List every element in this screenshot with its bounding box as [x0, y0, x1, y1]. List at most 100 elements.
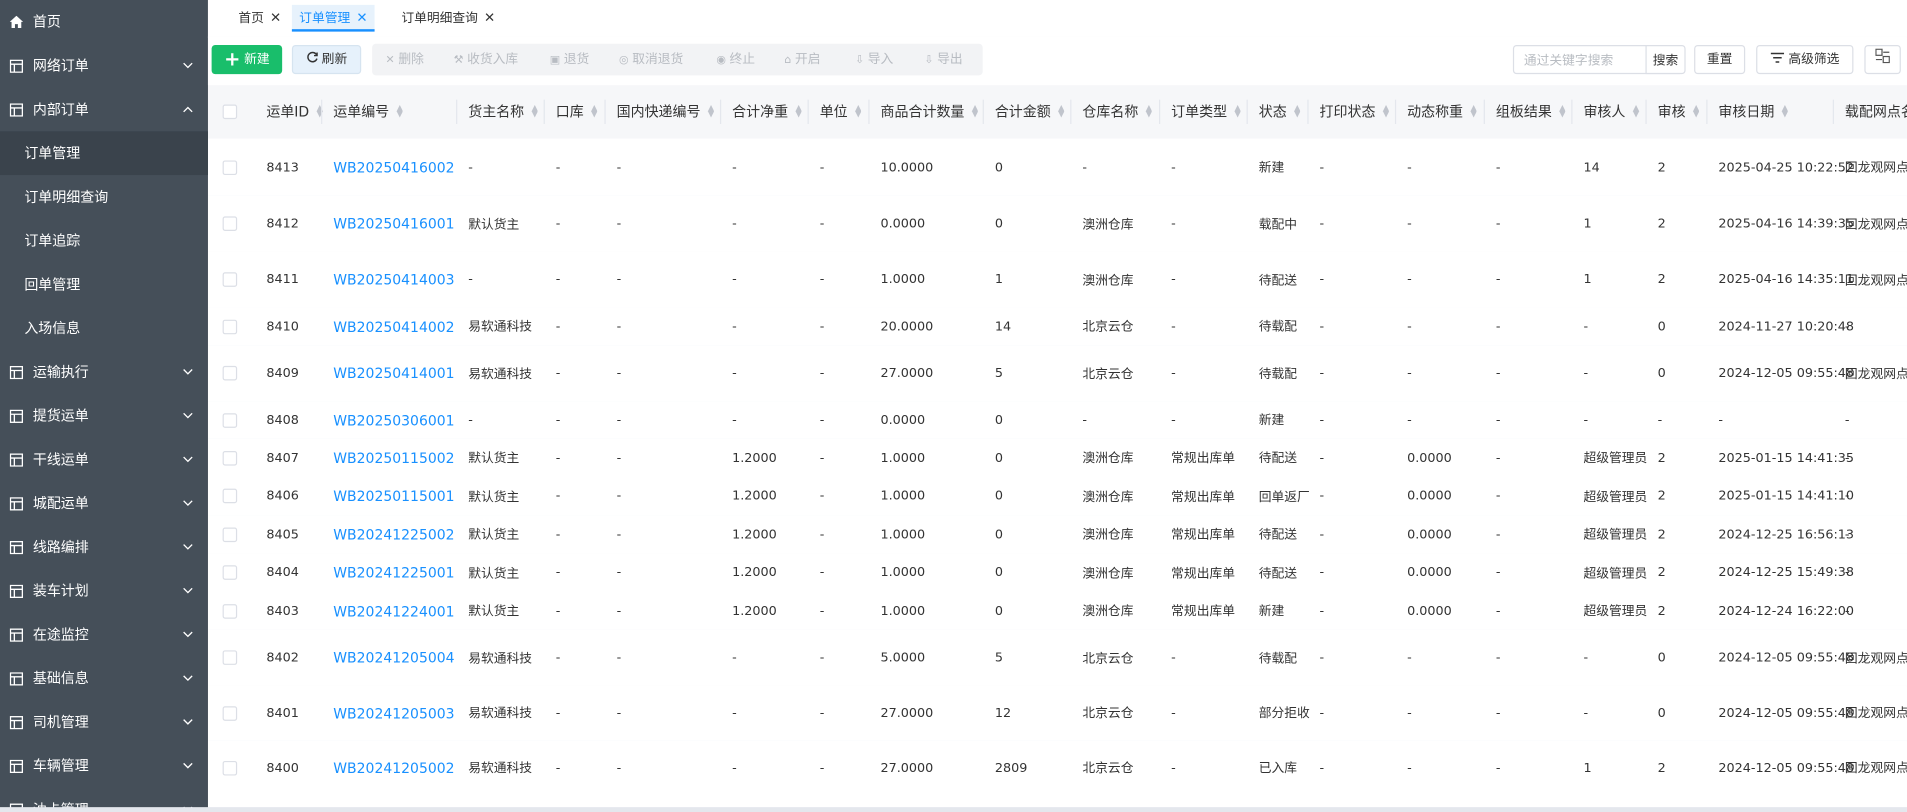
close-icon[interactable]: ✕ [356, 10, 367, 26]
row-checkbox[interactable] [222, 477, 240, 516]
cell-no[interactable]: WB20241225001 [333, 553, 454, 592]
column-divider[interactable] [1246, 99, 1248, 124]
tab-2[interactable]: 订单明细查询 ✕ [394, 5, 503, 32]
table-row[interactable]: 8404 WB20241225001 默认货主 - - 1.2000 - 1.0000 0 澳洲仓… [207, 553, 1907, 594]
sidebar-subitem[interactable]: 订单管理 [0, 131, 208, 176]
column-header-weight[interactable]: 合计净重 ▲ ▼ [732, 85, 802, 138]
column-settings-button[interactable] [1864, 44, 1901, 75]
column-header-owner[interactable]: 货主名称 ▲ ▼ [468, 85, 538, 138]
table-row[interactable]: 8413 WB20250416002- - - - -10.0000 0- - 新建 - - -14 2… [207, 138, 1907, 197]
sidebar-item-item7[interactable]: 线路编排 [0, 525, 208, 569]
sort-icon[interactable]: ▲ ▼ [972, 104, 979, 119]
sidebar-item-item9[interactable]: 在途监控 [0, 613, 208, 657]
sidebar-item-item4[interactable]: 提货运单 [0, 394, 208, 438]
row-checkbox[interactable] [222, 740, 240, 795]
sort-icon[interactable]: ▲ ▼ [708, 104, 715, 119]
sort-icon[interactable]: ▲ ▼ [1294, 104, 1301, 119]
sidebar-item-item8[interactable]: 装车计划 [0, 569, 208, 613]
column-header-express[interactable]: 国内快递编号 ▲ ▼ [617, 85, 715, 138]
cell-no[interactable]: WB20241205002 [333, 740, 454, 795]
column-header-kouku[interactable]: 口库 ▲ ▼ [556, 85, 598, 138]
cell-no[interactable]: WB20250115002 [333, 439, 454, 477]
sort-icon[interactable]: ▲ ▼ [531, 104, 538, 119]
action-button-3[interactable]: ◎ 取消退货 [619, 44, 683, 76]
cell-no[interactable]: WB20241205004 [333, 630, 454, 686]
order-no-link[interactable]: WB20241205002 [333, 759, 454, 776]
sidebar-item-item2[interactable]: 内部订单 [0, 88, 208, 132]
row-checkbox[interactable] [222, 252, 240, 308]
row-checkbox[interactable] [222, 553, 240, 592]
sidebar-item-item3[interactable]: 运输执行 [0, 350, 208, 394]
action-button-1[interactable]: ⚒ 收货入库 [454, 44, 519, 76]
column-header-site[interactable]: 载配网点名 [1845, 85, 1907, 138]
action-button-2[interactable]: ▣ 退货 [550, 44, 590, 76]
column-divider[interactable] [604, 99, 606, 124]
search-button[interactable]: 搜索 [1645, 44, 1686, 75]
column-divider[interactable] [1706, 99, 1708, 124]
action-button-5[interactable]: ⌂ 开启 [784, 44, 820, 76]
sort-icon[interactable]: ▲ ▼ [1559, 104, 1566, 119]
sidebar-subitem[interactable]: 入场信息 [0, 306, 208, 350]
table-row[interactable]: 8403 WB20241224001 默认货主 - - 1.2000 - 1.0000 0 澳洲仓… [207, 591, 1907, 631]
cell-no[interactable]: WB20250414001 [333, 345, 454, 401]
column-divider[interactable] [982, 99, 984, 124]
order-no-link[interactable]: WB20250414002 [333, 318, 454, 335]
order-no-link[interactable]: WB20250115001 [333, 487, 454, 504]
row-checkbox[interactable] [222, 345, 240, 401]
sort-icon[interactable]: ▲ ▼ [1470, 104, 1477, 119]
new-button[interactable]: + 新建 [211, 44, 283, 75]
column-divider[interactable] [321, 99, 323, 124]
action-button-7[interactable]: ⇩ 导出 [924, 44, 962, 76]
sort-icon[interactable]: ▲ ▼ [1633, 104, 1640, 119]
refresh-button[interactable]: 刷新 [291, 44, 362, 75]
order-no-link[interactable]: WB20250306001 [333, 411, 454, 428]
column-divider[interactable] [1832, 99, 1834, 124]
column-header-qty[interactable]: 商品合计数量 ▲ ▼ [880, 85, 978, 138]
column-divider[interactable] [1070, 99, 1072, 124]
tab-0[interactable]: 首页 ✕ [231, 5, 288, 32]
cell-no[interactable]: WB20250416002 [333, 139, 454, 196]
action-button-0[interactable]: ✕ 删除 [386, 44, 424, 76]
table-row[interactable]: 8407 WB20250115002 默认货主 - - 1.2000 - 1.0000 0 澳洲仓… [207, 438, 1907, 478]
cell-no[interactable]: WB20241205003 [333, 686, 454, 741]
table-row[interactable]: 8410 WB20250414002 易软通科技 - - - - 20.0000 14 北京云仓 -… [207, 307, 1907, 347]
table-row[interactable]: 8405 WB20241225002 默认货主 - - 1.2000 - 1.0000 0 澳洲仓… [207, 515, 1907, 555]
column-divider[interactable] [1483, 99, 1485, 124]
column-header-type[interactable]: 订单类型 ▲ ▼ [1171, 85, 1241, 138]
bottom-scrollbar[interactable] [0, 807, 1907, 812]
order-no-link[interactable]: WB20241205004 [333, 649, 454, 666]
column-divider[interactable] [1394, 99, 1397, 124]
cell-no[interactable]: WB20250416001 [333, 196, 454, 252]
sort-icon[interactable]: ▲ ▼ [855, 104, 862, 119]
column-header-warehouse[interactable]: 仓库名称 ▲ ▼ [1082, 85, 1152, 138]
order-no-link[interactable]: WB20241205003 [333, 704, 454, 721]
column-divider[interactable] [1571, 99, 1573, 124]
column-header-id[interactable]: 运单ID ▲ ▼ [266, 85, 323, 138]
sort-icon[interactable]: ▲ ▼ [591, 104, 598, 119]
column-header-no[interactable]: 运单编号 ▲ ▼ [333, 85, 403, 138]
sidebar-item-item1[interactable]: 网络订单 [0, 44, 208, 88]
table-row[interactable]: 8400 WB20241205002 易软通科技 - - - - 27.0000 2809 北京云… [207, 740, 1907, 797]
row-checkbox[interactable] [222, 196, 240, 252]
order-no-link[interactable]: WB20250414001 [333, 365, 454, 382]
column-header-date[interactable]: 审核日期 ▲ ▼ [1718, 85, 1788, 138]
row-checkbox[interactable] [222, 139, 240, 196]
row-checkbox[interactable] [222, 686, 240, 741]
table-row[interactable]: 8406 WB20250115001 默认货主 - - 1.2000 - 1.0000 0 澳洲仓… [207, 476, 1907, 517]
sidebar-item-item6[interactable]: 城配运单 [0, 481, 208, 525]
sidebar-subitem[interactable]: 订单追踪 [0, 219, 208, 263]
order-no-link[interactable]: WB20241224001 [333, 602, 454, 619]
reset-button[interactable]: 重置 [1694, 44, 1746, 75]
row-checkbox[interactable] [222, 630, 240, 686]
cell-no[interactable]: WB20241225002 [333, 515, 454, 553]
sidebar-item-item11[interactable]: 司机管理 [0, 700, 208, 744]
sidebar-subitem[interactable]: 订单明细查询 [0, 175, 208, 219]
column-divider[interactable] [1645, 99, 1647, 124]
sort-icon[interactable]: ▲ ▼ [1693, 104, 1700, 119]
tab-1[interactable]: 订单管理 ✕ [291, 4, 375, 32]
column-divider[interactable] [543, 99, 545, 124]
sidebar-item-item12[interactable]: 车辆管理 [0, 744, 208, 788]
column-divider[interactable] [807, 99, 809, 124]
cell-no[interactable]: WB20250306001 [333, 401, 454, 439]
close-icon[interactable]: ✕ [484, 10, 495, 26]
